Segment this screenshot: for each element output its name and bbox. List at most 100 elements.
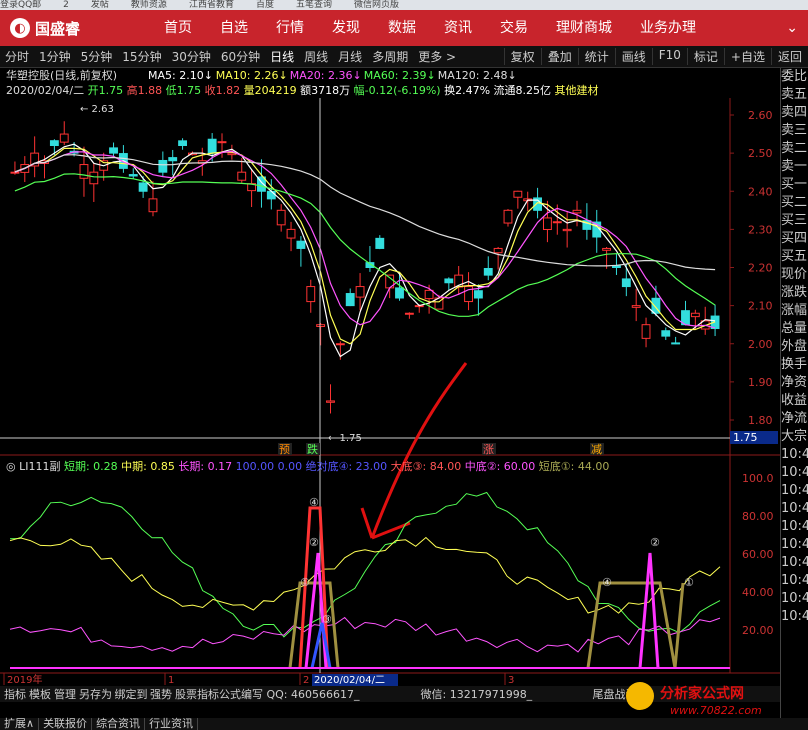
logo-icon: ◐ <box>10 18 30 38</box>
quote-field-label: 买五 <box>781 249 808 264</box>
quote-field-label: 总量 <box>781 321 808 336</box>
quote-part: 高1.88 <box>127 83 166 97</box>
nav-item[interactable]: 行情 <box>262 10 318 46</box>
tool-button[interactable]: 返回 <box>770 48 808 65</box>
browser-tab-strip: 登录QQ邮 2 发帖 教师资源 江西省教育 百度 五笔查询 微信网页版 <box>0 0 808 10</box>
time-label: 2019年 <box>7 673 42 686</box>
quote-field-label: 卖三 <box>781 123 808 138</box>
browser-tab[interactable]: 江西省教育 <box>189 1 234 10</box>
candle-body <box>355 286 365 298</box>
browser-tab[interactable]: 教师资源 <box>131 1 167 10</box>
candle-body <box>661 330 671 337</box>
period-tab[interactable]: 周线 <box>299 48 333 65</box>
indicator-param: 绝对底④: 23.00 <box>306 459 391 473</box>
watermark-url: www.70822.com <box>670 704 762 717</box>
nav-item[interactable]: 交易 <box>486 10 542 46</box>
candle-body <box>612 265 621 268</box>
browser-tab[interactable]: 微信网页版 <box>354 1 399 10</box>
tool-button[interactable]: 标记 <box>686 48 724 65</box>
nav-item[interactable]: 首页 <box>150 10 206 46</box>
browser-tab[interactable]: 百度 <box>256 1 274 10</box>
nav-item[interactable]: 资讯 <box>430 10 486 46</box>
function-button[interactable]: 强势 <box>150 688 172 701</box>
price-tick-label: 1.90 <box>748 376 773 389</box>
period-tab[interactable]: 月线 <box>333 48 367 65</box>
bottom-link[interactable]: 扩展∧ <box>0 718 40 730</box>
candle-body <box>513 190 523 198</box>
quote-field-label: 买二 <box>781 195 808 210</box>
bottom-marker: ① <box>684 576 694 589</box>
function-button[interactable]: 指标 <box>4 687 26 701</box>
bottom-marker: ② <box>309 536 319 549</box>
tool-button[interactable]: 叠加 <box>540 48 578 65</box>
indicator-param: 长期: 0.17 <box>178 460 235 473</box>
tool-button[interactable]: F10 <box>651 48 687 65</box>
time-label: 2 <box>303 675 309 686</box>
app-header: ◐ 国盛睿 首页 自选 行情 发现 数据 资讯 交易 理财商城 业务办理 ⌄ <box>0 10 808 46</box>
period-tab[interactable]: 日线 <box>265 48 299 65</box>
candle-body <box>59 133 69 143</box>
candle-body <box>168 157 178 162</box>
candle-body <box>237 171 247 181</box>
indicator-tick-label: 100.0 <box>742 472 774 485</box>
bottom-link[interactable]: 关联报价 <box>39 718 93 730</box>
function-button[interactable]: 股票指标公式编写 QQ: 460566617_ <box>175 687 360 701</box>
quote-part: 量204219 <box>244 84 301 97</box>
tool-button[interactable]: 复权 <box>503 48 541 65</box>
candle-body <box>404 312 414 315</box>
browser-tab[interactable]: 五笔查询 <box>296 1 332 10</box>
quote-line: 2020/02/04/二 开1.75 高1.88 低1.75 收1.82 量20… <box>6 83 599 97</box>
ma-legend: MA10: 2.26↓ <box>216 69 288 82</box>
bottom-marker: ① <box>300 576 310 589</box>
function-button[interactable]: 另存为 <box>79 687 112 701</box>
tool-button[interactable]: 画线 <box>614 48 652 65</box>
app-logo: ◐ 国盛睿 <box>10 18 130 39</box>
browser-tab[interactable]: 登录QQ邮 <box>0 1 41 10</box>
tool-button[interactable]: +自选 <box>723 48 771 65</box>
candle-body <box>296 240 306 249</box>
quote-field-label: 净流 <box>781 411 808 426</box>
quote-field-label: 卖四 <box>781 105 808 120</box>
signal-label: 预 <box>279 443 290 456</box>
indicator-param: 中期: 0.85 <box>121 460 178 473</box>
nav-item[interactable]: 发现 <box>318 10 374 46</box>
candle-body <box>690 312 700 318</box>
period-tab[interactable]: 1分钟 <box>34 48 76 65</box>
browser-tab[interactable]: 2 <box>63 1 69 10</box>
price-tick-label: 2.00 <box>748 338 773 351</box>
quote-field-label: 外盘 <box>781 339 808 354</box>
period-tab[interactable]: 5分钟 <box>76 48 118 65</box>
quote-part: 开1.75 <box>88 84 127 97</box>
function-button[interactable]: 管理 <box>54 687 76 701</box>
function-button[interactable]: 微信: 13217971998_ <box>421 687 533 701</box>
nav-item[interactable]: 业务办理 <box>626 10 710 46</box>
indicator-name: ◎ LI111副 <box>6 460 64 473</box>
indicator-tick-label: 20.00 <box>742 624 774 637</box>
period-tab[interactable]: 分时 <box>0 48 34 65</box>
candle-body <box>483 268 493 276</box>
period-tab[interactable]: 60分钟 <box>216 48 265 65</box>
time-tick: 10:4 <box>781 519 808 534</box>
period-tab[interactable]: 30分钟 <box>167 48 216 65</box>
function-button[interactable]: 绑定到 <box>115 687 148 701</box>
nav-item[interactable]: 理财商城 <box>542 10 626 46</box>
candle-body <box>266 190 276 200</box>
header-caret-icon[interactable]: ⌄ <box>786 20 798 36</box>
browser-tab[interactable]: 发帖 <box>91 1 109 10</box>
candle-body <box>621 278 631 288</box>
nav-item[interactable]: 数据 <box>374 10 430 46</box>
chart-area[interactable]: 华塑控股(日线,前复权) MA5: 2.10↓ MA10: 2.26↓ MA20: 2… <box>0 68 780 718</box>
bottom-link[interactable]: 综合资讯 <box>92 718 146 730</box>
candle-body <box>158 159 168 173</box>
period-tab[interactable]: 更多 > <box>413 48 461 65</box>
period-tab[interactable]: 15分钟 <box>117 48 166 65</box>
cursor-price: 1.75 <box>733 431 758 444</box>
candle-body <box>306 286 316 303</box>
bottom-link[interactable]: 行业资讯 <box>145 718 199 730</box>
indicator-param: 中底②: 60.00 <box>465 459 539 473</box>
nav-item[interactable]: 自选 <box>206 10 262 46</box>
tool-button[interactable]: 统计 <box>577 48 615 65</box>
period-tab[interactable]: 多周期 <box>367 48 413 65</box>
function-button[interactable]: 模板 <box>29 687 51 701</box>
candle-body <box>326 400 335 403</box>
